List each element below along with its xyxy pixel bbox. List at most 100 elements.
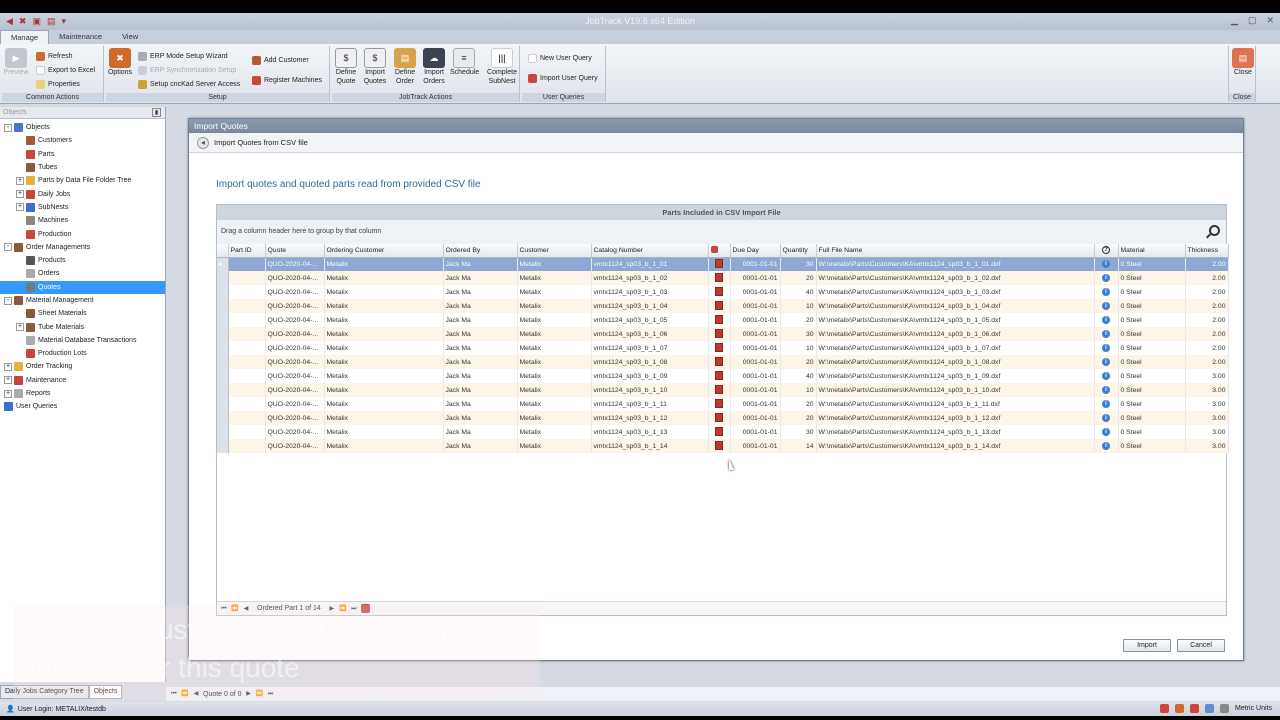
cell-due-day[interactable]: 0001-01-01: [730, 327, 781, 341]
cell-thickness[interactable]: 2.00: [1185, 355, 1229, 369]
cell-info[interactable]: i: [1094, 439, 1119, 453]
row-indicator[interactable]: [217, 327, 229, 341]
cell-quantity[interactable]: 40: [780, 369, 817, 383]
cell-part-id[interactable]: [228, 397, 266, 411]
cell-material[interactable]: 0 Steel: [1118, 271, 1186, 285]
tree-item[interactable]: Sheet Materials: [0, 307, 165, 320]
cell-customer[interactable]: Metalix: [517, 257, 592, 271]
cell-thickness[interactable]: 2.00: [1185, 285, 1229, 299]
refresh-button[interactable]: Refresh: [36, 52, 73, 61]
import-button[interactable]: Import: [1123, 639, 1171, 652]
col-catalog-number[interactable]: Catalog Number: [591, 244, 709, 258]
cell-due-day[interactable]: 0001-01-01: [730, 383, 781, 397]
col-help[interactable]: ?: [1094, 244, 1119, 258]
cell-full-file-name[interactable]: W:\metalix\Parts\Customers\KA\vmtx1124_s…: [816, 313, 1095, 327]
cell-material[interactable]: 0 Steel: [1118, 285, 1186, 299]
export-excel-button[interactable]: Export to Excel: [36, 66, 95, 75]
define-quote-button[interactable]: $ Define Quote: [332, 48, 360, 86]
row-indicator[interactable]: [217, 397, 229, 411]
report-status-icon[interactable]: [1190, 704, 1200, 713]
cell-full-file-name[interactable]: W:\metalix\Parts\Customers\KA\vmtx1124_s…: [816, 439, 1095, 453]
table-row[interactable]: QUO-2020-04-... Metalix Jack Ma Metalix vmtx…: [217, 383, 1229, 397]
cell-catalog-number[interactable]: vmtx1124_sp03_b_1_12: [591, 411, 709, 425]
expand-icon[interactable]: +: [4, 376, 12, 385]
cell-quote[interactable]: QUO-2020-04-...: [265, 397, 325, 411]
table-row[interactable]: QUO-2020-04-... Metalix Jack Ma Metalix vmtx…: [217, 327, 1229, 341]
cell-customer[interactable]: Metalix: [517, 425, 592, 439]
cell-ordering-customer[interactable]: Metalix: [324, 383, 444, 397]
cell-catalog-number[interactable]: vmtx1124_sp03_b_1_14: [591, 439, 709, 453]
cell-quantity[interactable]: 20: [780, 411, 817, 425]
tree-item[interactable]: Machines: [0, 214, 165, 227]
cell-customer[interactable]: Metalix: [517, 285, 592, 299]
cell-thickness[interactable]: 3.00: [1185, 425, 1229, 439]
cell-thickness[interactable]: 2.00: [1185, 257, 1229, 271]
cell-quantity[interactable]: 20: [780, 355, 817, 369]
cell-due-day[interactable]: 0001-01-01: [730, 313, 781, 327]
cancel-button[interactable]: Cancel: [1177, 639, 1225, 652]
col-material[interactable]: Material: [1118, 244, 1186, 258]
tree-item[interactable]: Customers: [0, 134, 165, 147]
cell-full-file-name[interactable]: W:\metalix\Parts\Customers\KA\vmtx1124_s…: [816, 271, 1095, 285]
cell-quantity[interactable]: 20: [780, 313, 817, 327]
info-icon[interactable]: i: [1102, 428, 1110, 436]
tree-item[interactable]: + SubNests: [0, 201, 165, 214]
cell-info[interactable]: i: [1094, 383, 1119, 397]
cell-quote[interactable]: QUO-2020-04-...: [265, 439, 325, 453]
cell-customer[interactable]: Metalix: [517, 397, 592, 411]
tree-item[interactable]: - Material Management: [0, 294, 165, 307]
cell-pdf[interactable]: [708, 383, 731, 397]
cell-part-id[interactable]: [228, 313, 266, 327]
cell-quote[interactable]: QUO-2020-04-...: [265, 285, 325, 299]
cell-part-id[interactable]: [228, 355, 266, 369]
cell-material[interactable]: 0 Steel: [1118, 313, 1186, 327]
cell-pdf[interactable]: [708, 397, 731, 411]
tree-item[interactable]: + Daily Jobs: [0, 187, 165, 200]
info-icon[interactable]: i: [1102, 288, 1110, 296]
cell-ordering-customer[interactable]: Metalix: [324, 327, 444, 341]
tools-status-icon[interactable]: [1175, 704, 1185, 713]
cell-part-id[interactable]: [228, 425, 266, 439]
cell-material[interactable]: 0 Steel: [1118, 425, 1186, 439]
tree-item[interactable]: Material Database Transactions: [0, 334, 165, 347]
cell-customer[interactable]: Metalix: [517, 299, 592, 313]
back-arrow-icon[interactable]: ◂: [197, 136, 209, 149]
cell-ordered-by[interactable]: Jack Ma: [443, 341, 518, 355]
cell-part-id[interactable]: [228, 257, 266, 271]
cell-material[interactable]: 0 Steel: [1118, 355, 1186, 369]
cell-material[interactable]: 0 Steel: [1118, 397, 1186, 411]
cell-full-file-name[interactable]: W:\metalix\Parts\Customers\KA\vmtx1124_s…: [816, 355, 1095, 369]
cell-pdf[interactable]: [708, 299, 731, 313]
cell-full-file-name[interactable]: W:\metalix\Parts\Customers\KA\vmtx1124_s…: [816, 285, 1095, 299]
cell-part-id[interactable]: [228, 285, 266, 299]
cell-quantity[interactable]: 10: [780, 383, 817, 397]
add-customer-button[interactable]: Add Customer: [252, 56, 309, 65]
table-row[interactable]: QUO-2020-04-... Metalix Jack Ma Metalix vmtx…: [217, 341, 1229, 355]
cell-thickness[interactable]: 3.00: [1185, 397, 1229, 411]
pdf-icon[interactable]: [715, 300, 723, 310]
cell-pdf[interactable]: [708, 341, 731, 355]
cell-ordered-by[interactable]: Jack Ma: [443, 369, 518, 383]
expand-icon[interactable]: +: [16, 190, 24, 199]
erp-sync-button[interactable]: ERP Synchronization Setup: [138, 66, 236, 75]
cell-quote[interactable]: QUO-2020-04-...: [265, 355, 325, 369]
cell-due-day[interactable]: 0001-01-01: [730, 369, 781, 383]
cell-full-file-name[interactable]: W:\metalix\Parts\Customers\KA\vmtx1124_s…: [816, 425, 1095, 439]
cell-pdf[interactable]: [708, 425, 731, 439]
info-icon[interactable]: i: [1102, 330, 1110, 338]
cell-thickness[interactable]: 2.00: [1185, 271, 1229, 285]
cell-quantity[interactable]: 30: [780, 257, 817, 271]
cell-quote[interactable]: QUO-2020-04-...: [265, 425, 325, 439]
cell-full-file-name[interactable]: W:\metalix\Parts\Customers\KA\vmtx1124_s…: [816, 397, 1095, 411]
cell-part-id[interactable]: [228, 383, 266, 397]
cell-pdf[interactable]: [708, 285, 731, 299]
col-quantity[interactable]: Quantity: [780, 244, 817, 258]
cell-catalog-number[interactable]: vmtx1124_sp03_b_1_03: [591, 285, 709, 299]
cell-ordering-customer[interactable]: Metalix: [324, 313, 444, 327]
row-indicator[interactable]: [217, 439, 229, 453]
cell-catalog-number[interactable]: vmtx1124_sp03_b_1_10: [591, 383, 709, 397]
cell-info[interactable]: i: [1094, 355, 1119, 369]
pdf-icon[interactable]: [715, 412, 723, 422]
cell-info[interactable]: i: [1094, 341, 1119, 355]
pdf-icon[interactable]: [715, 328, 723, 338]
